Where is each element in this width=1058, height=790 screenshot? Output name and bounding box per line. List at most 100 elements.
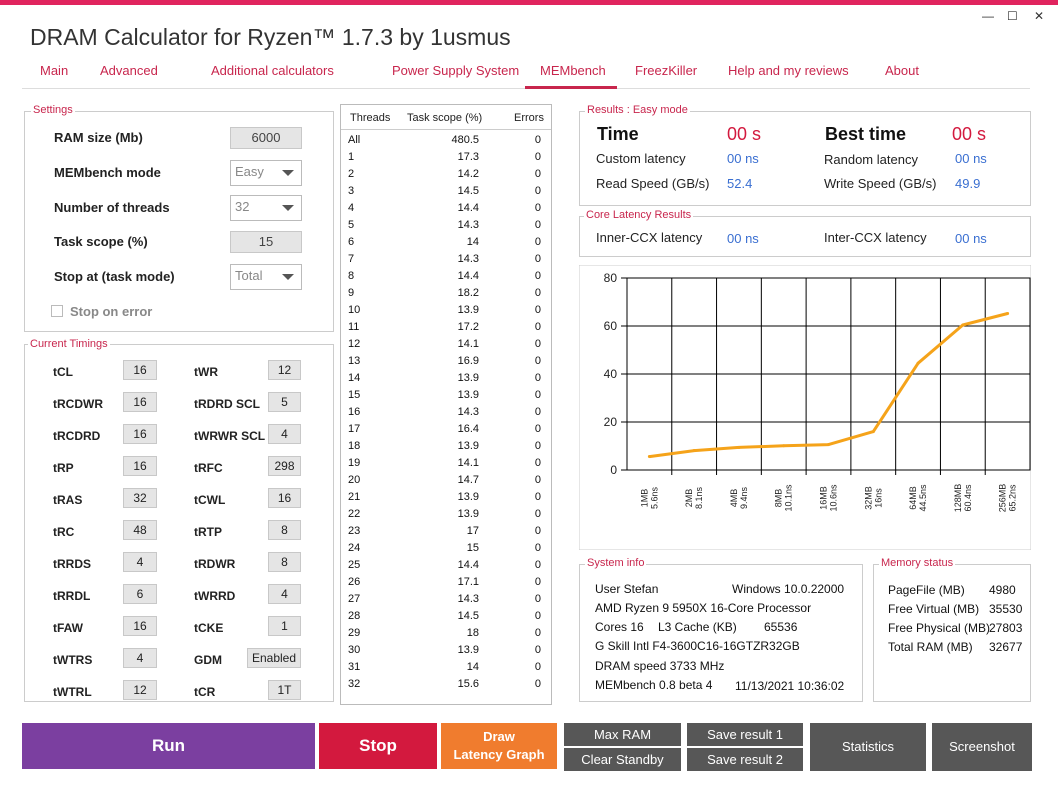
errors-cell: 0 xyxy=(534,644,541,656)
thread-id-cell: 7 xyxy=(348,253,355,265)
draw-latency-graph-button[interactable]: Draw Latency Graph xyxy=(441,723,557,769)
thread-id-cell: 19 xyxy=(348,457,361,469)
task-scope-cell: 13.9 xyxy=(457,644,479,656)
timing-value: 16 xyxy=(123,360,157,380)
table-row: 3 14.5 0 xyxy=(341,185,551,202)
stop-on-error-label: Stop on error xyxy=(70,304,153,319)
table-row: 25 14.4 0 xyxy=(341,559,551,576)
timing-value: 4 xyxy=(268,584,301,604)
max-ram-button[interactable]: Max RAM xyxy=(564,723,681,746)
timing-label: GDM xyxy=(194,653,222,667)
tab-additional-calculators[interactable]: Additional calculators xyxy=(211,63,334,78)
stop-at-dropdown[interactable]: Total xyxy=(230,264,302,290)
x-tick-latency: 5.6ns xyxy=(649,486,659,509)
read-speed-label: Read Speed (GB/s) xyxy=(596,176,710,191)
thread-id-cell: 20 xyxy=(348,474,361,486)
save-result-1-button[interactable]: Save result 1 xyxy=(687,723,803,746)
timings-title: Current Timings xyxy=(28,338,110,350)
best-time-label: Best time xyxy=(825,124,907,144)
errors-cell: 0 xyxy=(534,610,541,622)
errors-cell: 0 xyxy=(534,423,541,435)
task-scope-cell: 17.3 xyxy=(457,151,479,163)
memory-status-value: 35530 xyxy=(989,602,1023,616)
data-point xyxy=(647,455,651,459)
x-tick-latency: 8.1ns xyxy=(694,486,704,509)
task-scope-cell: 14.4 xyxy=(457,270,479,282)
thread-id-cell: 13 xyxy=(348,355,361,367)
tab-power-supply-system[interactable]: Power Supply System xyxy=(392,63,519,78)
time-label: Time xyxy=(597,124,639,144)
thread-id-cell: 28 xyxy=(348,610,361,622)
settings-title: Settings xyxy=(31,104,75,116)
stop-at-label: Stop at (task mode) xyxy=(54,269,175,284)
chevron-down-icon xyxy=(282,170,294,176)
tab-freezkiller[interactable]: FreezKiller xyxy=(635,63,697,78)
table-row: 14 13.9 0 xyxy=(341,372,551,389)
errors-cell: 0 xyxy=(534,678,541,690)
x-tick-label: 128MB 60.4ns xyxy=(953,484,973,513)
memory-status-label: PageFile (MB) xyxy=(888,583,965,597)
x-tick-label: 64MB 44.5ns xyxy=(908,484,928,512)
write-speed-label: Write Speed (GB/s) xyxy=(824,176,937,191)
close-button[interactable]: ✕ xyxy=(1034,9,1044,23)
errors-cell: 0 xyxy=(534,389,541,401)
task-scope-input[interactable]: 15 xyxy=(230,231,302,253)
run-button[interactable]: Run xyxy=(22,723,315,769)
save-result-2-button[interactable]: Save result 2 xyxy=(687,748,803,771)
timing-label: tRCDWR xyxy=(53,397,103,411)
task-scope-cell: 14.5 xyxy=(457,185,479,197)
stop-button[interactable]: Stop xyxy=(319,723,437,769)
system-membench-version: MEMbench 0.8 beta 4 xyxy=(595,678,713,692)
task-scope-cell: 13.9 xyxy=(457,372,479,384)
errors-cell: 0 xyxy=(534,236,541,248)
stop-on-error-checkbox[interactable] xyxy=(51,305,63,317)
errors-cell: 0 xyxy=(534,559,541,571)
table-row: 6 14 0 xyxy=(341,236,551,253)
memory-status-label: Total RAM (MB) xyxy=(888,640,973,654)
random-latency-label: Random latency xyxy=(824,152,918,167)
table-row: 27 14.3 0 xyxy=(341,593,551,610)
errors-cell: 0 xyxy=(534,168,541,180)
tab-main[interactable]: Main xyxy=(40,63,68,78)
maximize-button[interactable]: ☐ xyxy=(1007,9,1018,23)
tab-help-and-reviews[interactable]: Help and my reviews xyxy=(728,63,849,78)
errors-cell: 0 xyxy=(534,270,541,282)
membench-mode-label: MEMbench mode xyxy=(54,165,161,180)
timing-label: tWTRL xyxy=(53,685,92,699)
clear-standby-button[interactable]: Clear Standby xyxy=(564,748,681,771)
ram-size-input[interactable]: 6000 xyxy=(230,127,302,149)
errors-cell: 0 xyxy=(534,202,541,214)
memory-status-value: 27803 xyxy=(989,621,1023,635)
data-point xyxy=(961,323,965,327)
statistics-button[interactable]: Statistics xyxy=(810,723,926,771)
table-row: 20 14.7 0 xyxy=(341,474,551,491)
membench-mode-dropdown[interactable]: Easy xyxy=(230,160,302,186)
inner-ccx-value: 00 ns xyxy=(727,231,759,246)
timing-label: tWR xyxy=(194,365,218,379)
threads-value: 32 xyxy=(235,199,250,214)
thread-id-cell: 25 xyxy=(348,559,361,571)
tab-advanced[interactable]: Advanced xyxy=(100,63,158,78)
minimize-button[interactable]: — xyxy=(982,9,994,23)
tab-about[interactable]: About xyxy=(885,63,919,78)
task-scope-cell: 18.2 xyxy=(457,287,479,299)
errors-cell: 0 xyxy=(534,151,541,163)
screenshot-button[interactable]: Screenshot xyxy=(932,723,1032,771)
tab-membench[interactable]: MEMbench xyxy=(540,63,606,78)
y-tick-label: 40 xyxy=(604,367,618,381)
timing-label: tCWL xyxy=(194,493,226,507)
threads-table[interactable]: Threads Task scope (%) Errors All 480.5 0 1… xyxy=(340,104,552,705)
errors-cell: 0 xyxy=(534,287,541,299)
timing-label: tRDWR xyxy=(194,557,236,571)
errors-cell: 0 xyxy=(534,457,541,469)
x-tick-size: 256MB xyxy=(998,484,1008,513)
table-header-divider xyxy=(341,129,551,130)
threads-dropdown[interactable]: 32 xyxy=(230,195,302,221)
data-point xyxy=(782,444,786,448)
thread-id-cell: 4 xyxy=(348,202,355,214)
timing-value: 6 xyxy=(123,584,157,604)
task-scope-cell: 14 xyxy=(466,661,479,673)
table-row: All 480.5 0 xyxy=(341,134,551,151)
x-tick-latency: 9.4ns xyxy=(739,486,749,509)
data-point xyxy=(692,449,696,453)
